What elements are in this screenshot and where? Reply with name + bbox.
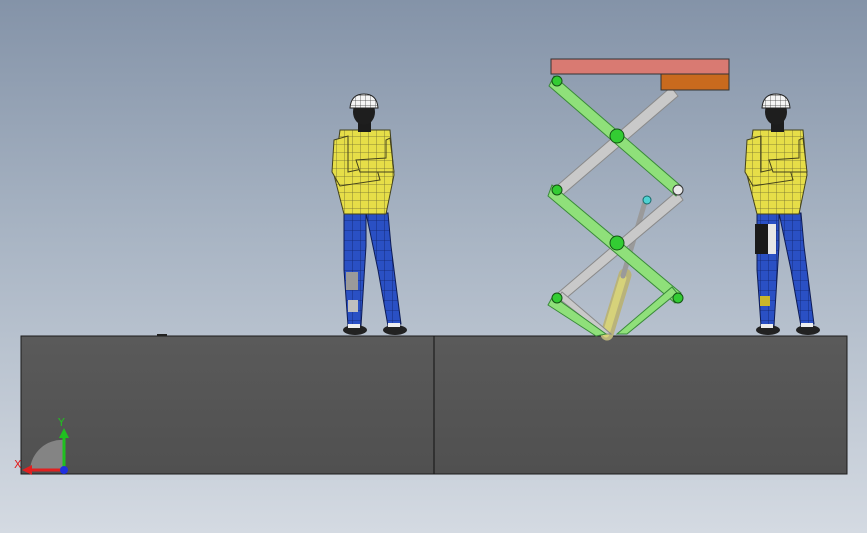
worker-left[interactable]	[331, 93, 407, 335]
cylinder-pivot[interactable]	[642, 195, 652, 205]
triad-y-label: Y	[57, 416, 65, 429]
joint-mid-left[interactable]	[551, 184, 563, 196]
floor-block-right[interactable]	[433, 335, 848, 475]
joint-bottom-right[interactable]	[672, 292, 684, 304]
joint-bottom-left[interactable]	[551, 292, 563, 304]
joint-center-lower[interactable]	[609, 235, 625, 251]
scissor-joints[interactable]	[551, 75, 684, 304]
joint-mid-right[interactable]	[672, 184, 684, 196]
triad-z-axis-icon	[60, 466, 68, 474]
floor-marker	[157, 334, 167, 336]
3d-viewport[interactable]: Y X	[0, 0, 867, 533]
scissor-lift[interactable]	[547, 58, 730, 341]
floor-block-left[interactable]	[20, 335, 435, 475]
platform-slider-block[interactable]	[660, 73, 730, 91]
joint-center-upper[interactable]	[609, 128, 625, 144]
triad-x-label: X	[14, 458, 22, 471]
joint-top-left[interactable]	[551, 75, 563, 87]
lift-platform[interactable]	[550, 58, 730, 75]
worker-right[interactable]	[744, 93, 820, 335]
floor-slab[interactable]	[20, 334, 848, 475]
